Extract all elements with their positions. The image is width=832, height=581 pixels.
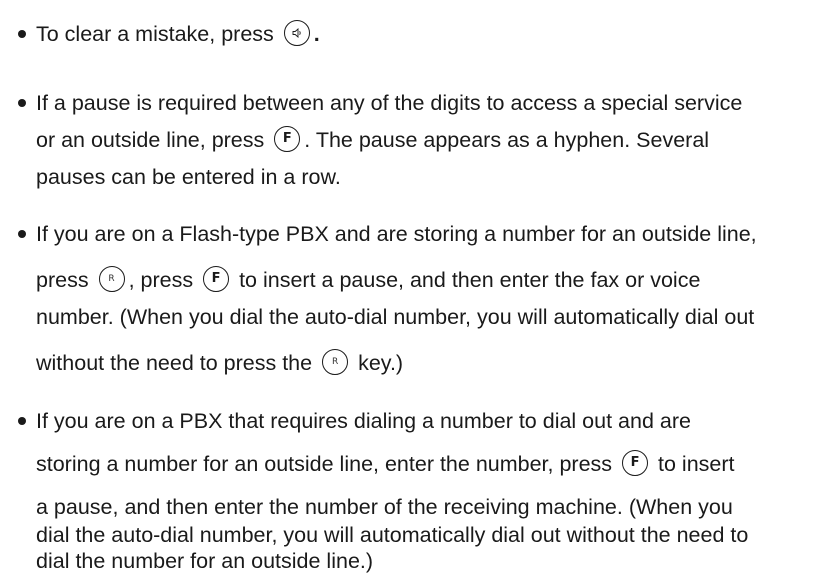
item-text: dial the number for an outside line.) (36, 549, 374, 573)
r-key-icon: R (98, 266, 125, 293)
item-text: to insert (658, 452, 735, 476)
item-text: If you are on a Flash-type PBX and are s… (36, 222, 757, 246)
bullet-icon (18, 30, 26, 38)
item-text: . The pause appears as a hyphen. Several (304, 128, 710, 152)
item-text: If you are on a PBX that requires dialin… (36, 409, 691, 433)
item-text: press (36, 268, 89, 292)
item-text: , press (128, 268, 194, 292)
item-text: number. (When you dial the auto-dial num… (36, 305, 755, 329)
item-text: storing a number for an outside line, en… (36, 452, 613, 476)
r-key-icon: R (322, 349, 349, 376)
bullet-icon (18, 99, 26, 107)
instruction-page: To clear a mistake, press . If a pause i… (0, 0, 832, 581)
item-text: If a pause is required between any of th… (36, 91, 743, 115)
item-text: a pause, and then enter the number of th… (36, 495, 733, 519)
f-key-icon: F (203, 266, 230, 293)
f-key-icon: F (274, 126, 301, 153)
item-text: without the need to press the (36, 351, 313, 375)
f-key-icon: F (622, 450, 649, 477)
item-text: to insert a pause, and then enter the fa… (239, 268, 701, 292)
item-text: key.) (358, 351, 404, 375)
item-text: or an outside line, press (36, 128, 265, 152)
bullet-icon (18, 230, 26, 238)
item-text: To clear a mistake, press (36, 22, 274, 46)
item-text: dial the auto-dial number, you will auto… (36, 523, 749, 547)
item-text: pauses can be entered in a row. (36, 165, 341, 189)
speaker-key-icon (283, 20, 310, 47)
bullet-icon (18, 417, 26, 425)
item-text: . (313, 22, 320, 46)
